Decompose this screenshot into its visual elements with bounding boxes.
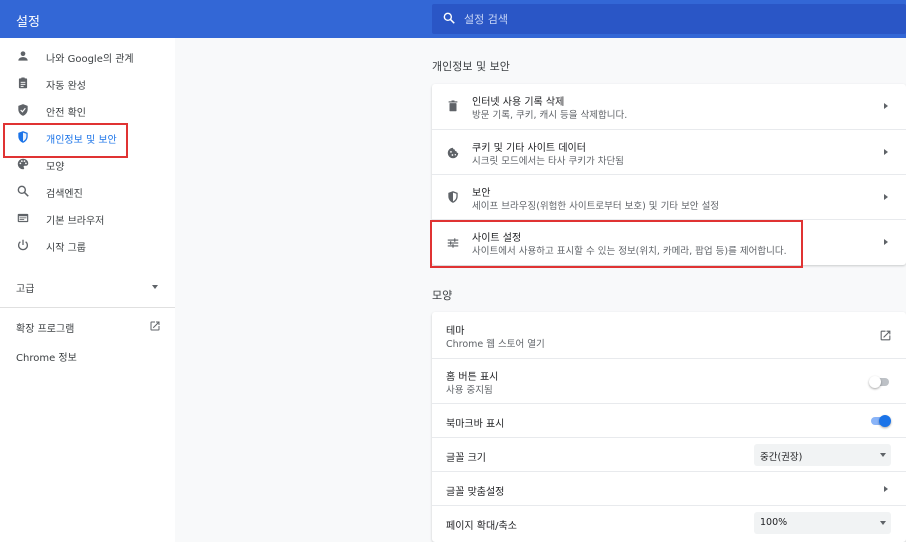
shield-check-icon <box>18 104 28 116</box>
section-title-appearance: 모양 <box>432 289 453 302</box>
divider <box>0 307 175 308</box>
search-box[interactable] <box>432 4 906 34</box>
palette-icon <box>17 158 29 170</box>
sidebar-item-label: 확장 프로그램 <box>16 324 75 335</box>
customize-fonts-row[interactable]: 글꼴 맞춤설정 <box>432 471 906 505</box>
clear-browsing-data-row[interactable]: 인터넷 사용 기록 삭제 방문 기록, 쿠키, 캐시 등을 삭제합니다. <box>432 84 906 129</box>
sidebar-item-search-engine[interactable]: 검색엔진 <box>0 178 175 205</box>
row-title: 페이지 확대/축소 <box>446 521 517 532</box>
page-title: 설정 <box>16 15 40 30</box>
chevron-down-icon <box>880 453 886 457</box>
search-icon <box>443 12 455 24</box>
security-row[interactable]: 보안 세이프 브라우징(위험한 사이트로부터 보호) 및 기타 보안 설정 <box>432 174 906 219</box>
chevron-right-icon <box>884 486 888 492</box>
sidebar-item-label: 안전 확인 <box>46 108 86 119</box>
section-title-privacy: 개인정보 및 보안 <box>432 60 510 73</box>
row-title: 인터넷 사용 기록 삭제 <box>472 97 565 108</box>
security-shield-icon <box>448 191 458 203</box>
open-in-new-icon[interactable] <box>879 329 892 342</box>
toggle-knob <box>879 415 891 427</box>
chevron-right-icon <box>884 149 888 155</box>
toggle-knob <box>869 376 881 388</box>
cookie-icon <box>447 147 459 159</box>
sidebar-item-about-chrome[interactable]: Chrome 정보 <box>16 349 77 364</box>
bookmarks-bar-toggle[interactable] <box>869 414 891 428</box>
row-title: 보안 <box>472 188 491 199</box>
row-subtitle: 방문 기록, 쿠키, 캐시 등을 삭제합니다. <box>472 110 628 121</box>
home-button-row[interactable]: 홈 버튼 표시 사용 중지됨 <box>432 358 906 403</box>
highlight-box-site-settings <box>430 220 803 268</box>
clipboard-icon <box>18 77 28 89</box>
sidebar-item-on-startup[interactable]: 시작 그룹 <box>0 232 175 259</box>
sidebar-item-label: 자동 완성 <box>46 81 86 92</box>
search-input[interactable] <box>464 4 884 34</box>
sidebar-item-label: 시작 그룹 <box>46 243 86 254</box>
select-value: 중간(권장) <box>760 452 803 463</box>
search-icon <box>17 185 29 197</box>
sidebar-item-advanced[interactable]: 고급 <box>16 280 166 296</box>
bookmarks-bar-row[interactable]: 북마크바 표시 <box>432 403 906 437</box>
sidebar: 나와 Google의 관계 자동 완성 안전 확인 개인정보 및 보안 모양 검… <box>0 38 175 542</box>
row-subtitle: Chrome 웹 스토어 열기 <box>446 339 545 350</box>
row-title: 홈 버튼 표시 <box>446 372 499 383</box>
person-icon <box>18 51 28 61</box>
page-zoom-select[interactable]: 100% <box>754 512 891 534</box>
toolbar: 설정 <box>0 0 906 38</box>
home-button-toggle[interactable] <box>869 375 891 389</box>
row-subtitle: 세이프 브라우징(위험한 사이트로부터 보호) 및 기타 보안 설정 <box>472 201 720 212</box>
row-subtitle: 시크릿 모드에서는 타사 쿠키가 차단됨 <box>472 156 624 167</box>
power-icon <box>18 239 28 251</box>
theme-row[interactable]: 테마 Chrome 웹 스토어 열기 <box>432 312 906 358</box>
row-title: 북마크바 표시 <box>446 419 505 430</box>
row-title: 글꼴 맞춤설정 <box>446 487 505 498</box>
row-title: 테마 <box>446 326 465 337</box>
sidebar-item-label: 검색엔진 <box>46 189 83 200</box>
sidebar-item-label: 고급 <box>16 284 35 295</box>
chevron-right-icon <box>884 239 888 245</box>
chevron-right-icon <box>884 194 888 200</box>
appearance-card: 테마 Chrome 웹 스토어 열기 홈 버튼 표시 사용 중지됨 북마크바 표… <box>432 312 906 542</box>
chevron-right-icon <box>884 103 888 109</box>
sidebar-item-default-browser[interactable]: 기본 브라우저 <box>0 205 175 232</box>
sidebar-item-you-and-google[interactable]: 나와 Google의 관계 <box>0 43 175 70</box>
browser-icon <box>17 213 29 223</box>
sidebar-item-autofill[interactable]: 자동 완성 <box>0 70 175 97</box>
highlight-box-sidebar <box>3 123 128 158</box>
trash-icon <box>448 100 458 112</box>
row-title: 쿠키 및 기타 사이트 데이터 <box>472 143 586 154</box>
sidebar-item-label: 기본 브라우저 <box>46 216 105 227</box>
sidebar-item-label: 모양 <box>46 162 65 173</box>
row-subtitle: 사용 중지됨 <box>446 385 493 396</box>
sidebar-item-safety-check[interactable]: 안전 확인 <box>0 97 175 124</box>
open-in-new-icon <box>150 321 160 331</box>
font-size-select[interactable]: 중간(권장) <box>754 444 891 466</box>
sidebar-item-label: 나와 Google의 관계 <box>46 54 134 65</box>
font-size-row: 글꼴 크기 중간(권장) <box>432 437 906 471</box>
chevron-down-icon <box>880 521 886 525</box>
row-title: 글꼴 크기 <box>446 453 486 464</box>
chevron-down-icon <box>152 285 158 289</box>
select-value: 100% <box>760 517 788 528</box>
page-zoom-row: 페이지 확대/축소 100% <box>432 505 906 542</box>
cookies-row[interactable]: 쿠키 및 기타 사이트 데이터 시크릿 모드에서는 타사 쿠키가 차단됨 <box>432 129 906 174</box>
sidebar-item-extensions[interactable]: 확장 프로그램 <box>16 320 166 336</box>
